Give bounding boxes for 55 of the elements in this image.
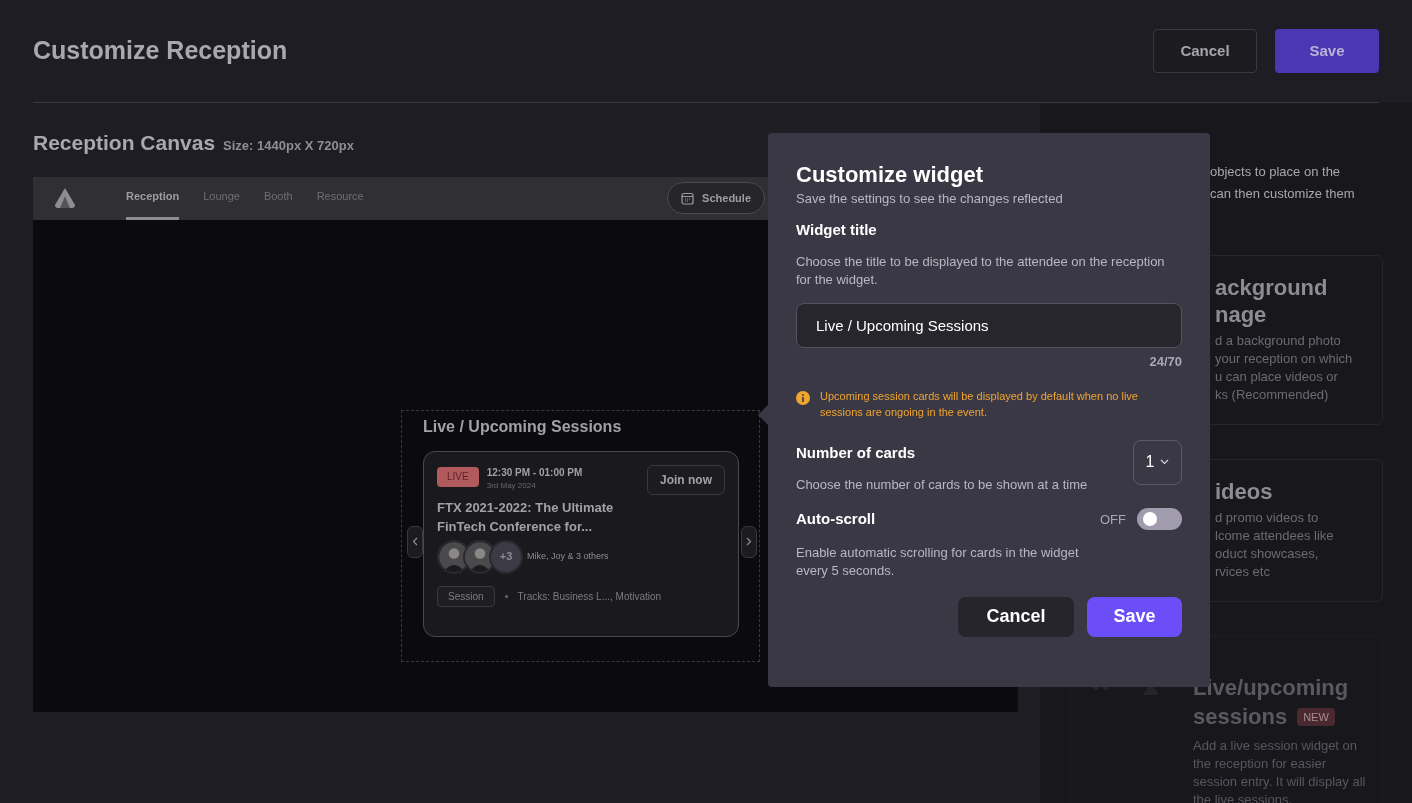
field-label: Number of cards (796, 442, 917, 463)
option-description-line: your reception on which (1215, 350, 1354, 368)
option-title-line: nage (1215, 301, 1268, 328)
field-label: Auto-scroll (796, 509, 876, 529)
option-title-line: ideos (1215, 478, 1274, 505)
nav-tab[interactable]: Reception (126, 176, 180, 220)
nav-tab[interactable]: Lounge (203, 176, 240, 220)
cancel-button[interactable]: Cancel (1153, 29, 1257, 73)
option-description-line: lcome attendees like (1215, 527, 1335, 545)
bullet-icon (504, 594, 508, 598)
schedule-button[interactable]: Schedule (667, 182, 765, 214)
option-description-line: rvices etc (1215, 563, 1271, 581)
live-badge: LIVE (437, 466, 479, 487)
chevron-right-icon (746, 537, 752, 546)
popover-subtitle: Save the settings to see the changes reflected (796, 190, 1064, 208)
previous-button[interactable] (407, 525, 423, 558)
character-counter: 24/70 (1149, 353, 1182, 371)
save-button[interactable]: Save (1087, 596, 1182, 637)
option-description-line: d a background photo (1215, 332, 1342, 350)
more-speakers-count: +3 (489, 539, 523, 574)
toggle-state-label: OFF (1100, 510, 1126, 529)
chevron-down-icon (1160, 459, 1170, 465)
next-button[interactable] (741, 525, 757, 558)
option-title-line: sessions (1193, 703, 1288, 731)
number-select[interactable]: 1 (1133, 439, 1182, 485)
chevron-left-icon (412, 537, 418, 546)
option-description-line: oduct showcases, (1215, 545, 1320, 563)
auto-scroll-toggle[interactable] (1137, 508, 1182, 531)
widget-title: Live / Upcoming Sessions (423, 416, 623, 437)
panel-intro-line: objects to place on the (1210, 163, 1342, 181)
widget-title-field[interactable]: Live / Upcoming Sessions (796, 303, 1182, 348)
logo-icon (53, 186, 77, 210)
canvas-size: Size: 1440px X 720px (223, 137, 354, 155)
cancel-button[interactable]: Cancel (958, 596, 1074, 637)
option-description-line: u can place videos or (1215, 368, 1339, 386)
session-tag: Session (437, 585, 495, 607)
calendar-icon (681, 191, 695, 205)
section-title: Reception Canvas (33, 130, 216, 156)
panel-intro-line: can then customize them (1210, 185, 1356, 203)
speaker-names: Mike, Joy & 3 others (527, 549, 609, 563)
save-button[interactable]: Save (1275, 29, 1379, 73)
popover-title: Customize widget (796, 161, 984, 189)
page-title: Customize Reception (33, 35, 288, 67)
field-label: Widget title (796, 219, 878, 240)
option-description-line: ks (Recommended) (1215, 386, 1330, 404)
info-icon (796, 390, 810, 405)
join-button[interactable]: Join now (647, 464, 725, 495)
session-date: 3rd May 2024 (486, 479, 537, 492)
new-badge: NEW (1297, 707, 1335, 726)
session-time: 12:30 PM - 01:00 PM (486, 465, 583, 480)
option-title-line: Live/upcoming (1193, 674, 1350, 702)
option-description-line: d promo videos to (1215, 509, 1320, 527)
session-tracks: Tracks: Business L..., Motivation (517, 589, 662, 604)
option-title-line: ackground (1215, 274, 1329, 301)
session-title: FTX 2021-2022: The Ultimate FinTech Conference for... (437, 498, 615, 536)
